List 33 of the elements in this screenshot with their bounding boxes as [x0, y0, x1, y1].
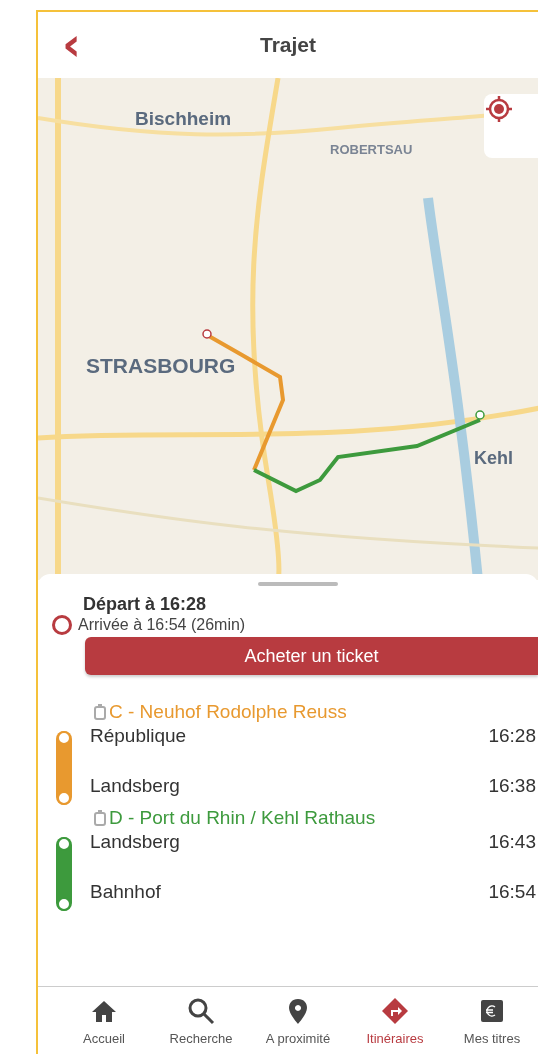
stop-name: Landsberg — [90, 775, 180, 798]
nav-tab[interactable]: Itinéraires — [349, 987, 441, 1054]
drag-handle[interactable] — [258, 582, 338, 586]
stop-name: Landsberg — [90, 831, 180, 854]
locate-button[interactable] — [484, 94, 538, 158]
target-icon — [484, 94, 514, 124]
arrival-time: Arrivée à 16:54 (26min) — [78, 616, 246, 634]
nav-tab[interactable]: Mes titres — [446, 987, 538, 1054]
nav-tab[interactable]: A proximité — [252, 987, 344, 1054]
stop-time: 16:38 — [488, 775, 536, 798]
buy-ticket-button[interactable]: Acheter un ticket — [85, 637, 538, 675]
route-sign-icon — [381, 997, 409, 1025]
stop-time: 16:43 — [488, 831, 536, 854]
stop-name: République — [90, 725, 187, 748]
line-name: D - Port du Rhin / Kehl Rathaus — [109, 807, 376, 829]
nav-tab[interactable]: Accueil — [58, 987, 150, 1054]
departure-time: Départ à 16:28 — [83, 594, 208, 615]
search-icon — [187, 997, 215, 1025]
stop-time: 16:28 — [488, 725, 536, 748]
stop-name: Bahnhof — [90, 881, 161, 904]
end-marker-icon — [475, 410, 485, 420]
map-place-label: Bischheim — [135, 108, 232, 130]
start-marker-icon — [202, 329, 212, 339]
map-place-label: ROBERTSAU — [330, 142, 413, 157]
line-name: C - Neuhof Rodolphe Reuss — [109, 701, 347, 723]
map-place-label: Kehl — [474, 448, 513, 469]
page-title: Trajet — [260, 33, 316, 57]
nav-tab[interactable]: Recherche — [155, 987, 247, 1054]
back-button[interactable]: ‹ — [58, 24, 85, 64]
euro-ticket-icon — [478, 997, 506, 1025]
stop-time: 16:54 — [488, 881, 536, 904]
map-place-label: STRASBOURG — [86, 354, 236, 378]
destination-ring-icon — [52, 615, 72, 635]
